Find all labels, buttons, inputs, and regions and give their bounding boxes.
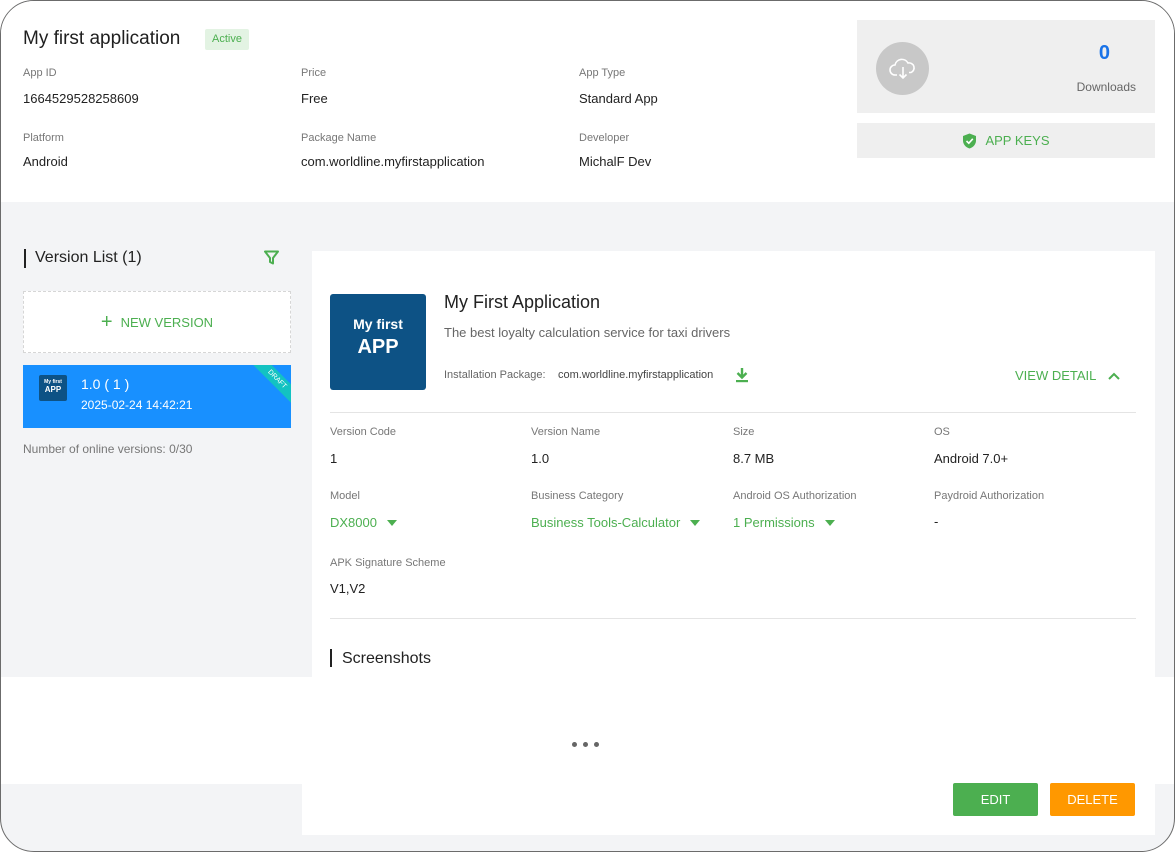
android-os-authorization-value: 1 Permissions [733, 515, 815, 530]
draft-badge: DRAFT [252, 365, 291, 404]
installation-package-value: com.worldline.myfirstapplication [558, 369, 714, 381]
app-icon-large-line1: My first [353, 316, 403, 332]
version-name-value: 1.0 [531, 451, 550, 466]
size-label: Size [733, 426, 755, 438]
app-icon-large: My first APP [330, 294, 426, 390]
paydroid-authorization-value: - [934, 514, 939, 529]
version-detail-card [312, 251, 1155, 681]
downloads-label: Downloads [1076, 80, 1136, 94]
chevron-up-icon [1108, 372, 1121, 380]
downloads-card: 0 Downloads [857, 20, 1155, 113]
version-list-accent [24, 249, 26, 268]
size-value: 8.7 MB [733, 451, 775, 466]
delete-button[interactable]: DELETE [1050, 783, 1135, 816]
plus-icon: + [100, 311, 113, 333]
android-os-authorization-dropdown[interactable]: 1 Permissions [733, 515, 835, 530]
new-version-label: NEW VERSION [120, 314, 214, 330]
status-badge: Active [205, 29, 249, 50]
version-code-label: Version Code [330, 426, 397, 438]
detail-description: The best loyalty calculation service for… [444, 325, 731, 340]
version-code-value: 1 [330, 451, 338, 466]
apk-signature-label: APK Signature Scheme [330, 557, 446, 569]
android-os-authorization-label: Android OS Authorization [733, 490, 857, 502]
view-detail-link[interactable]: VIEW DETAIL [1015, 368, 1121, 383]
price-label: Price [301, 67, 327, 79]
screenshots-accent [330, 649, 332, 667]
new-version-button[interactable]: + NEW VERSION [23, 291, 291, 353]
developer-label: Developer [579, 132, 630, 144]
app-icon-large-line2: APP [357, 336, 399, 358]
version-name-label: Version Name [531, 426, 601, 438]
caret-down-icon [386, 519, 397, 526]
version-list-item[interactable]: My first APP 1.0 ( 1 ) 2025-02-24 14:42:… [23, 365, 291, 428]
content-gap [1, 677, 1174, 784]
downloads-count: 0 [1098, 42, 1110, 64]
app-type-value: Standard App [579, 91, 658, 106]
app-id-label: App ID [23, 67, 57, 79]
app-icon-line2: APP [44, 385, 62, 394]
business-category-label: Business Category [531, 490, 624, 502]
platform-value: Android [23, 154, 68, 169]
app-title: My first application [23, 28, 181, 49]
detail-app-name: My First Application [444, 292, 601, 312]
cloud-download-icon [876, 42, 929, 95]
caret-down-icon [824, 519, 835, 526]
model-label: Model [330, 490, 360, 502]
version-number: 1.0 ( 1 ) [81, 376, 130, 392]
os-label: OS [934, 426, 950, 438]
detail-divider-top [330, 412, 1136, 413]
app-icon: My first APP [39, 375, 67, 401]
business-category-dropdown[interactable]: Business Tools-Calculator [531, 515, 701, 530]
view-detail-label: VIEW DETAIL [1015, 368, 1097, 383]
os-value: Android 7.0+ [934, 451, 1009, 466]
app-keys-button[interactable]: APP KEYS [857, 123, 1155, 158]
app-keys-label: APP KEYS [985, 133, 1050, 148]
download-icon[interactable] [735, 367, 749, 386]
shield-icon [963, 133, 977, 148]
edit-button[interactable]: EDIT [953, 783, 1038, 816]
filter-icon[interactable] [264, 250, 279, 268]
screenshots-title: Screenshots [342, 650, 431, 667]
model-value: DX8000 [330, 515, 377, 530]
app-header: My first application Active App ID 16645… [1, 1, 1174, 202]
app-id-value: 1664529528258609 [23, 91, 139, 106]
package-name-value: com.worldline.myfirstapplication [301, 154, 485, 169]
app-detail-window: My first application Active App ID 16645… [0, 0, 1175, 852]
paydroid-authorization-label: Paydroid Authorization [934, 490, 1045, 502]
apk-signature-value: V1,V2 [330, 581, 366, 596]
version-date: 2025-02-24 14:42:21 [81, 398, 193, 412]
price-value: Free [301, 91, 328, 106]
installation-package-label: Installation Package: [444, 369, 546, 381]
detail-divider-bottom [330, 618, 1136, 619]
business-category-value: Business Tools-Calculator [531, 515, 681, 530]
app-type-label: App Type [579, 67, 626, 79]
version-list-title: Version List (1) [35, 249, 142, 266]
developer-value: MichalF Dev [579, 154, 652, 169]
platform-label: Platform [23, 132, 64, 144]
online-versions-count: Number of online versions: 0/30 [23, 442, 193, 456]
ellipsis-icon [572, 742, 599, 747]
caret-down-icon [690, 519, 701, 526]
model-dropdown[interactable]: DX8000 [330, 515, 397, 530]
package-name-label: Package Name [301, 132, 377, 144]
